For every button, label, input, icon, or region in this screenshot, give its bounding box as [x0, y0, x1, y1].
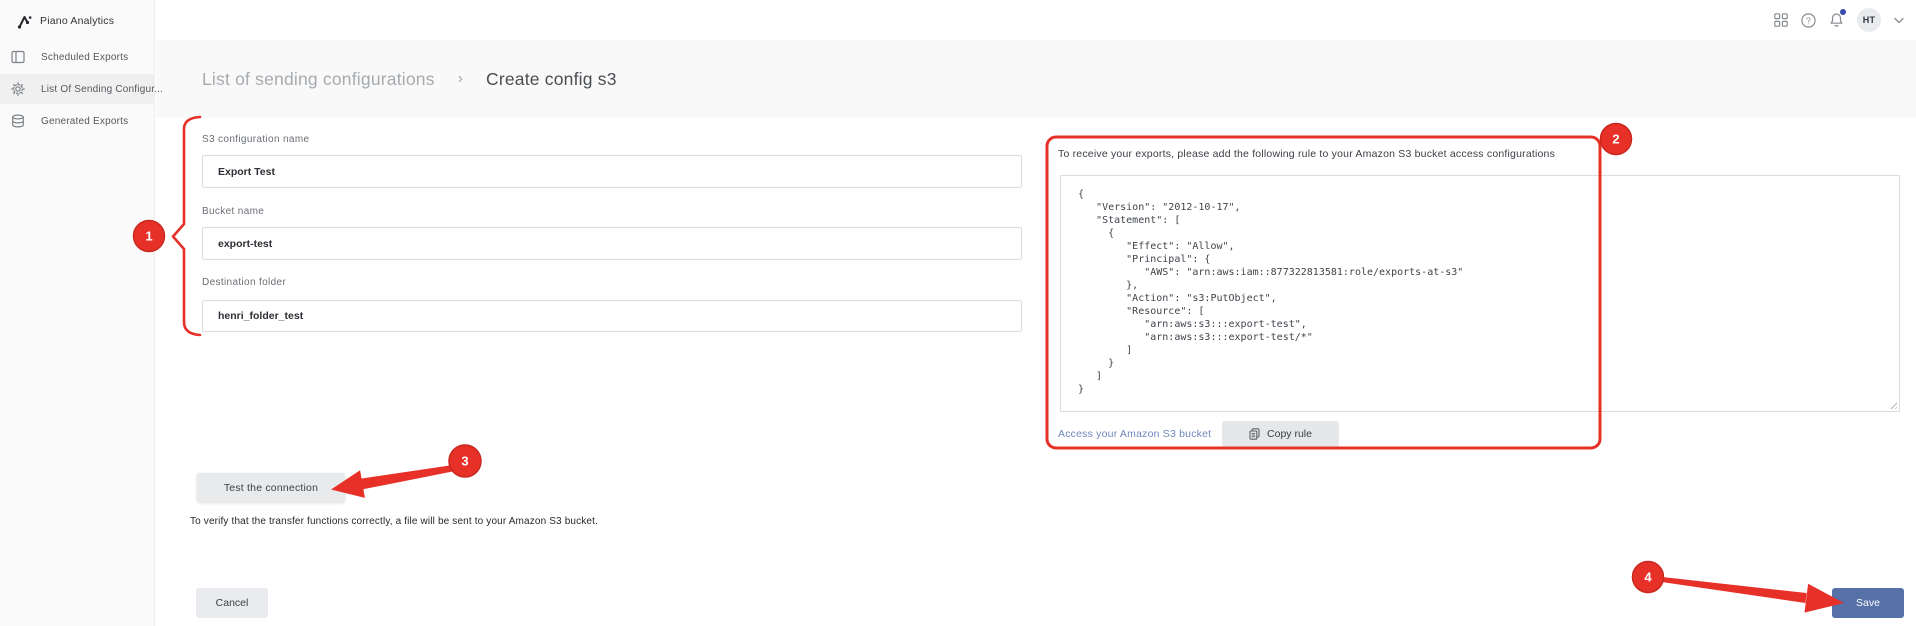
cancel-button[interactable]: Cancel: [196, 588, 268, 618]
sidebar-item-list-of-sending-configurations[interactable]: List Of Sending Configur...: [0, 74, 163, 104]
sidebar: Piano Analytics Scheduled Exports List O…: [0, 0, 163, 626]
save-button[interactable]: Save: [1832, 588, 1904, 618]
sidebar-item-generated-exports[interactable]: Generated Exports: [0, 106, 154, 136]
piano-analytics-logo: [17, 15, 32, 29]
rule-instruction: To receive your exports, please add the …: [1058, 148, 1556, 160]
sidebar-nav: Scheduled Exports List Of Sending Config…: [0, 42, 163, 136]
svg-text:?: ?: [1806, 15, 1811, 25]
gear-icon: [11, 82, 25, 96]
destination-folder-label: Destination folder: [202, 277, 287, 288]
brand-name: Piano Analytics: [40, 15, 115, 27]
notifications-bell-icon[interactable]: [1829, 9, 1846, 28]
destination-folder-input[interactable]: [202, 300, 1022, 332]
access-bucket-link[interactable]: Access your Amazon S3 bucket: [1058, 428, 1211, 440]
copy-icon: [1249, 428, 1260, 440]
brand: Piano Analytics: [0, 0, 154, 32]
textarea-resize-handle[interactable]: [1888, 400, 1897, 409]
rule-code: { "Version": "2012-10-17", "Statement": …: [1078, 189, 1464, 395]
breadcrumb: List of sending configurations › Create …: [202, 40, 617, 118]
apps-grid-icon[interactable]: [1774, 13, 1788, 27]
database-icon: [11, 114, 25, 128]
sidebar-item-label: Scheduled Exports: [41, 51, 129, 63]
breadcrumb-parent-link[interactable]: List of sending configurations: [202, 69, 435, 90]
bucket-name-input[interactable]: [202, 227, 1022, 260]
copy-rule-label: Copy rule: [1267, 428, 1312, 440]
avatar[interactable]: HT: [1857, 8, 1881, 32]
copy-rule-button[interactable]: Copy rule: [1222, 421, 1339, 447]
breadcrumb-band: List of sending configurations › Create …: [156, 40, 1916, 118]
breadcrumb-separator: ›: [457, 70, 463, 87]
topbar-icons: ? HT: [1774, 0, 1904, 40]
scheduled-exports-icon: [11, 50, 25, 64]
sidebar-item-label: Generated Exports: [41, 115, 129, 127]
test-connection-button[interactable]: Test the connection: [197, 473, 345, 502]
topbar: ? HT: [156, 0, 1916, 40]
sidebar-item-scheduled-exports[interactable]: Scheduled Exports: [0, 42, 154, 72]
sidebar-item-label: List Of Sending Configur...: [41, 83, 164, 95]
chevron-down-icon[interactable]: [1894, 17, 1904, 24]
s3-config-name-label: S3 configuration name: [202, 134, 310, 145]
rule-code-textarea[interactable]: { "Version": "2012-10-17", "Statement": …: [1060, 175, 1900, 412]
app-root: Piano Analytics Scheduled Exports List O…: [0, 0, 1916, 626]
bucket-name-label: Bucket name: [202, 206, 265, 217]
page-title: Create config s3: [486, 68, 617, 89]
test-connection-note: To verify that the transfer functions co…: [190, 516, 598, 527]
help-icon[interactable]: ?: [1801, 12, 1816, 28]
notification-dot: [1840, 9, 1846, 15]
s3-config-name-input[interactable]: [202, 155, 1022, 188]
